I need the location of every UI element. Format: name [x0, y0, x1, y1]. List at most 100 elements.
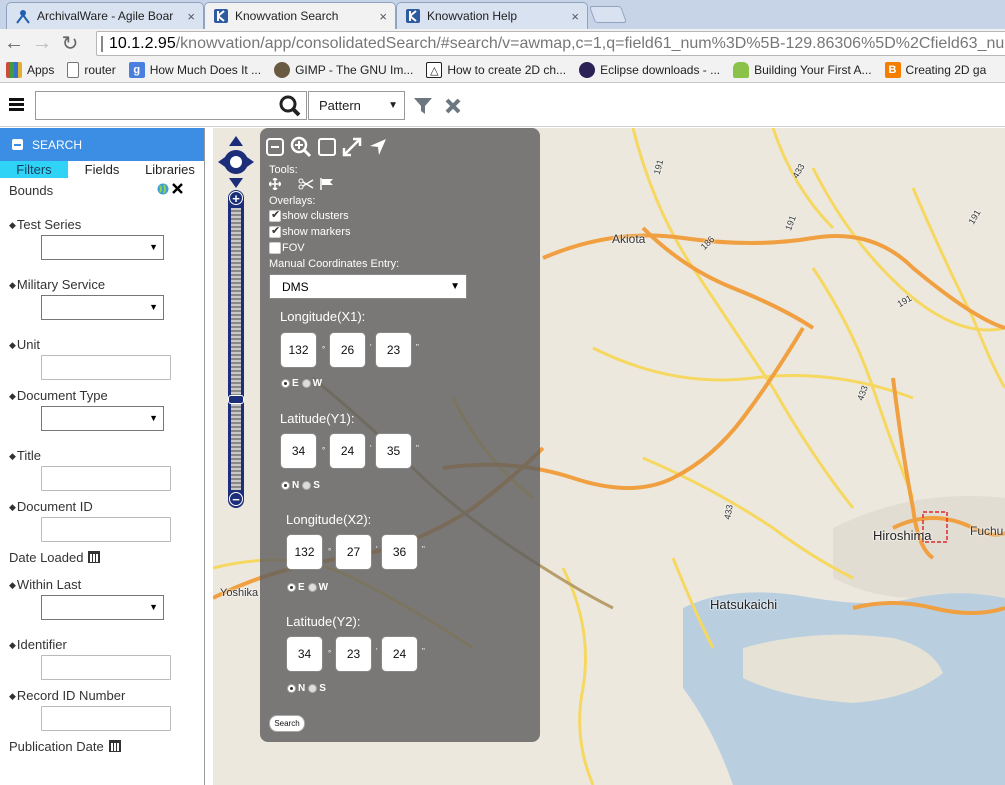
- title-label[interactable]: ◆Title: [9, 448, 41, 463]
- lon-x1-seconds[interactable]: 23: [375, 332, 412, 368]
- record-id-input[interactable]: [41, 706, 171, 731]
- bookmark-2d-ch[interactable]: △ How to create 2D ch...: [426, 62, 566, 78]
- lon-x2-minutes[interactable]: 27: [335, 534, 372, 570]
- lat-y2-seconds[interactable]: 24: [381, 636, 418, 672]
- bookmark-how-much[interactable]: g How Much Does It ...: [128, 62, 261, 78]
- address-bar[interactable]: 10.1.2.95/knowvation/app/consolidatedSea…: [96, 31, 1005, 56]
- identifier-label[interactable]: ◆Identifier: [9, 637, 67, 652]
- lon-x2-hemisphere[interactable]: EW: [287, 582, 328, 593]
- lon-x2-degrees[interactable]: 132: [286, 534, 323, 570]
- hamburger-menu-icon[interactable]: [9, 98, 24, 111]
- zoom-thumb[interactable]: [228, 395, 244, 404]
- reload-icon[interactable]: ↻: [56, 30, 84, 58]
- lat-y2-hemisphere[interactable]: NS: [287, 683, 326, 694]
- zoom-magnifier-icon[interactable]: [290, 136, 312, 161]
- document-id-label[interactable]: ◆Document ID: [9, 499, 93, 514]
- back-arrow-icon[interactable]: ←: [0, 30, 28, 58]
- radio-n[interactable]: [287, 684, 296, 693]
- clear-filter-icon[interactable]: [444, 97, 462, 118]
- lon-x2-seconds[interactable]: 36: [381, 534, 418, 570]
- radio-n[interactable]: [281, 481, 290, 490]
- coords-search-button[interactable]: Search: [269, 715, 305, 732]
- test-series-label[interactable]: ◆Test Series: [9, 217, 81, 232]
- lon-x1-degrees[interactable]: 132: [280, 332, 317, 368]
- field-label: Title: [16, 448, 41, 463]
- clear-bounds-icon[interactable]: [172, 183, 183, 197]
- title-input[interactable]: [41, 466, 171, 491]
- map-view[interactable]: Akiota Hiroshima Hatsukaichi Yoshika Fuc…: [213, 128, 1005, 785]
- identifier-input[interactable]: [41, 655, 171, 680]
- bookmark-router[interactable]: router: [67, 62, 116, 78]
- select-box-icon[interactable]: [318, 138, 336, 159]
- radio-s[interactable]: [302, 481, 312, 490]
- pattern-select[interactable]: Pattern ▼: [308, 91, 405, 120]
- document-type-label[interactable]: ◆Document Type: [9, 388, 108, 403]
- military-service-label[interactable]: ◆Military Service: [9, 277, 105, 292]
- unit-input[interactable]: [41, 355, 171, 380]
- lat-y1-degrees[interactable]: 34: [280, 433, 317, 469]
- checkbox[interactable]: [269, 224, 281, 238]
- fov-checkbox[interactable]: FOV: [269, 242, 305, 254]
- tab-archivalware[interactable]: ArchivalWare - Agile Boar ×: [6, 2, 204, 29]
- radio-e[interactable]: [281, 379, 290, 388]
- collapse-panel-icon[interactable]: [266, 138, 284, 159]
- search-input[interactable]: [36, 92, 271, 119]
- zoom-slider[interactable]: + −: [228, 190, 244, 508]
- tab-fields[interactable]: Fields: [68, 161, 136, 178]
- lat-y2-degrees[interactable]: 34: [286, 636, 323, 672]
- bookmark-eclipse[interactable]: Eclipse downloads - ...: [579, 62, 720, 78]
- collapse-icon[interactable]: [12, 139, 23, 150]
- filter-funnel-icon[interactable]: [413, 96, 433, 119]
- lat-y1-seconds[interactable]: 35: [375, 433, 412, 469]
- military-service-select[interactable]: [41, 295, 164, 320]
- calendar-icon[interactable]: [88, 551, 101, 563]
- zoom-out-icon[interactable]: −: [229, 492, 243, 506]
- flag-icon[interactable]: [320, 178, 334, 193]
- new-tab-button[interactable]: [588, 6, 628, 23]
- document-type-select[interactable]: [41, 406, 164, 431]
- bookmark-apps[interactable]: Apps: [6, 62, 54, 78]
- move-crosshair-icon[interactable]: [267, 176, 283, 193]
- radio-w[interactable]: [301, 379, 311, 388]
- lat-y1-minutes[interactable]: 24: [329, 433, 366, 469]
- radio-s[interactable]: [308, 684, 318, 693]
- zoom-track[interactable]: [231, 208, 241, 490]
- unit-label[interactable]: ◆Unit: [9, 337, 40, 352]
- test-series-select[interactable]: [41, 235, 164, 260]
- scissors-icon[interactable]: [298, 178, 314, 193]
- bookmark-android[interactable]: Building Your First A...: [733, 62, 872, 78]
- tab-close-icon[interactable]: ×: [571, 9, 579, 24]
- document-id-input[interactable]: [41, 517, 171, 542]
- within-last-select[interactable]: [41, 595, 164, 620]
- radio-w[interactable]: [307, 583, 317, 592]
- checkbox[interactable]: [269, 242, 281, 254]
- lat-y1-hemisphere[interactable]: NS: [281, 480, 320, 491]
- lon-x1-minutes[interactable]: 26: [329, 332, 366, 368]
- show-markers-checkbox[interactable]: show markers: [269, 224, 350, 238]
- search-panel-header[interactable]: SEARCH: [0, 128, 204, 161]
- show-clusters-checkbox[interactable]: show clusters: [269, 208, 349, 222]
- tab-knowvation-search[interactable]: Knowvation Search ×: [204, 2, 396, 29]
- coordinate-format-select[interactable]: DMS ▼: [269, 274, 467, 299]
- lon-x1-hemisphere[interactable]: EW: [281, 378, 322, 389]
- globe-icon[interactable]: [157, 183, 169, 198]
- record-id-label[interactable]: ◆Record ID Number: [9, 688, 125, 703]
- locate-arrow-icon[interactable]: [368, 137, 388, 160]
- tab-knowvation-help[interactable]: Knowvation Help ×: [396, 2, 588, 29]
- tab-filters[interactable]: Filters: [0, 161, 68, 178]
- tab-libraries[interactable]: Libraries: [136, 161, 204, 178]
- within-last-label[interactable]: ◆Within Last: [9, 577, 81, 592]
- fullscreen-icon[interactable]: [342, 137, 362, 160]
- bookmark-gimp[interactable]: GIMP - The GNU Im...: [274, 62, 413, 78]
- zoom-in-icon[interactable]: +: [229, 191, 243, 205]
- pan-control[interactable]: [216, 134, 256, 193]
- lat-y2-minutes[interactable]: 23: [335, 636, 372, 672]
- tab-close-icon[interactable]: ×: [187, 9, 195, 24]
- checkbox[interactable]: [269, 208, 281, 222]
- search-icon[interactable]: [279, 95, 301, 120]
- tab-close-icon[interactable]: ×: [379, 9, 387, 24]
- radio-e[interactable]: [287, 583, 296, 592]
- forward-arrow-icon[interactable]: →: [28, 30, 56, 58]
- calendar-icon[interactable]: [108, 740, 121, 752]
- bookmark-creating-2d[interactable]: B Creating 2D ga: [884, 62, 986, 78]
